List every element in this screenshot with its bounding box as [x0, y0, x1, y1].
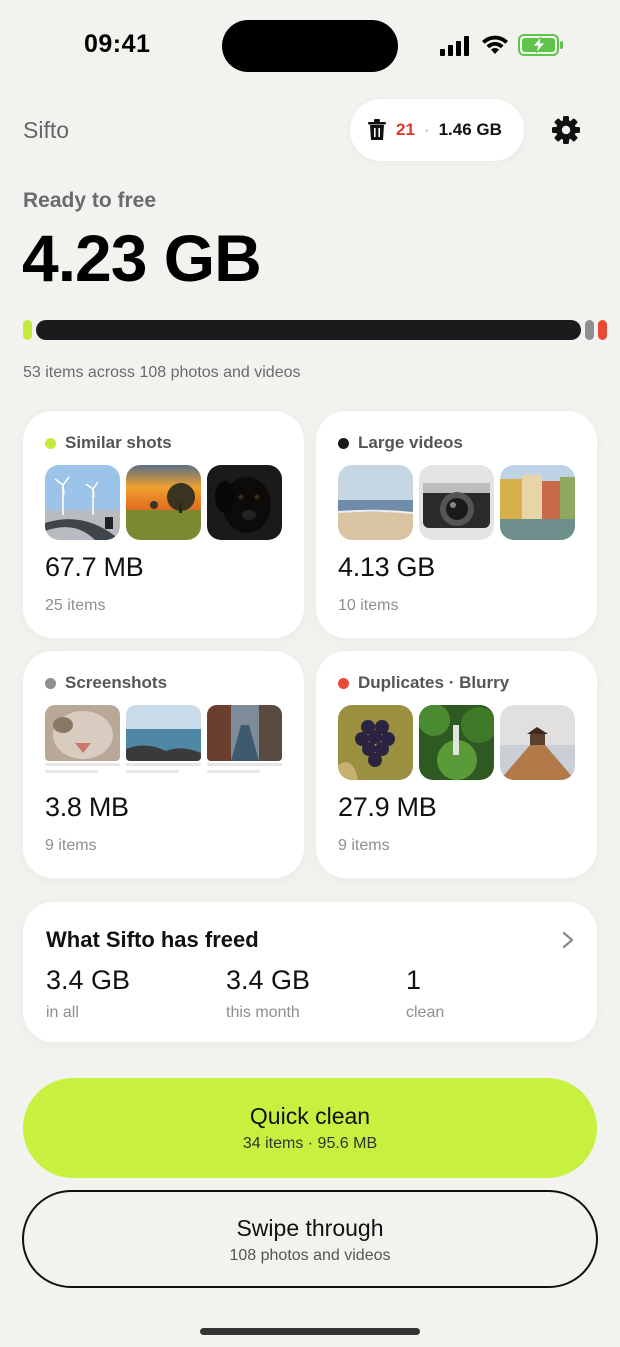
trash-count: 21 — [396, 120, 415, 139]
category-card-similar[interactable]: Similar shots 67.7 MB 25 items — [23, 411, 304, 638]
thumbnail-sea-rocks — [126, 705, 201, 780]
swipe-through-title: Swipe through — [236, 1215, 384, 1241]
trash-button[interactable]: 21 · 1.46 GB — [350, 99, 524, 161]
trash-icon — [368, 119, 386, 140]
gear-icon[interactable] — [551, 115, 581, 145]
category-title: Screenshots — [65, 673, 168, 692]
category-count: 9 items — [45, 837, 97, 854]
thumbnail-sunset-field — [126, 465, 201, 540]
trash-size: 1.46 GB — [438, 120, 502, 139]
stat-label: clean — [406, 1004, 445, 1021]
app-title: Sifto — [23, 117, 70, 143]
category-size: 3.8 MB — [45, 792, 129, 822]
bar-segment-similar — [23, 320, 32, 340]
stat-label: this month — [226, 1004, 300, 1021]
stat-label: in all — [46, 1004, 79, 1021]
category-title: Similar shots — [65, 433, 172, 452]
category-size: 27.9 MB — [338, 792, 437, 822]
thumbnail-cat-closeup — [45, 705, 120, 780]
ready-size: 4.23 GB — [22, 221, 262, 295]
quick-clean-title: Quick clean — [249, 1103, 371, 1129]
thumbnail-forest-waterfall — [419, 705, 494, 780]
stat-in-all: 3.4 GB in all — [46, 965, 130, 1022]
category-dot — [338, 437, 349, 449]
status-time: 09:41 — [84, 30, 151, 58]
bar-segment-duplicates — [598, 320, 607, 340]
stat-clean: 1 clean — [406, 965, 444, 1022]
category-card-duplicates-blurry[interactable]: Duplicates · Blurry 27.9 MB 9 items — [316, 651, 597, 878]
ready-label: Ready to free — [23, 189, 157, 212]
stat-value: 1 — [406, 965, 422, 995]
thumbnail-camera — [419, 465, 494, 540]
category-size: 67.7 MB — [45, 552, 144, 582]
thumbnail-city-street — [207, 705, 282, 780]
home-indicator[interactable] — [200, 1328, 420, 1335]
status-bar: 09:41 — [0, 0, 620, 92]
swipe-through-subtitle: 108 photos and videos — [229, 1247, 391, 1264]
storage-breakdown-bar — [23, 320, 607, 340]
cellular-signal-icon — [440, 36, 469, 56]
thumbnail-wind-turbine-road — [45, 465, 120, 540]
battery-charging-icon — [518, 34, 563, 56]
bar-segment-screenshots — [585, 320, 594, 340]
category-count: 9 items — [338, 837, 390, 854]
category-dot — [45, 677, 56, 689]
thumbnail-grapes — [338, 705, 413, 780]
category-title: Duplicates · Blurry — [358, 673, 510, 692]
freed-summary-card[interactable]: What Sifto has freed 3.4 GB in all 3.4 G… — [23, 902, 597, 1042]
thumbnail-black-dog — [207, 465, 282, 540]
thumbnail-pier — [500, 705, 575, 780]
category-count: 10 items — [338, 597, 399, 614]
stat-this-month: 3.4 GB this month — [226, 965, 310, 1022]
swipe-through-button[interactable]: Swipe through 108 photos and videos — [22, 1190, 598, 1288]
category-title: Large videos — [358, 433, 463, 452]
category-card-large-videos[interactable]: Large videos 4.13 GB 10 items — [316, 411, 597, 638]
category-dot — [45, 437, 56, 449]
dynamic-island — [222, 20, 398, 72]
category-count: 25 items — [45, 597, 106, 614]
quick-clean-subtitle: 34 items · 95.6 MB — [242, 1135, 378, 1152]
stat-value: 3.4 GB — [46, 965, 131, 995]
bar-segment-large-videos — [36, 320, 581, 340]
category-size: 4.13 GB — [338, 552, 435, 582]
category-card-screenshots[interactable]: Screenshots 3.8 MB 9 items — [23, 651, 304, 878]
category-dot — [338, 677, 349, 689]
wifi-icon — [482, 35, 508, 54]
quick-clean-button[interactable]: Quick clean 34 items · 95.6 MB — [23, 1078, 597, 1178]
thumbnail-beach — [338, 465, 413, 540]
trash-separator: · — [423, 120, 430, 139]
chevron-right-icon — [562, 931, 574, 949]
freed-title: What Sifto has freed — [46, 927, 259, 952]
thumbnail-canal-houses — [500, 465, 575, 540]
stat-value: 3.4 GB — [226, 965, 311, 995]
summary-text: 53 items across 108 photos and videos — [23, 364, 301, 381]
